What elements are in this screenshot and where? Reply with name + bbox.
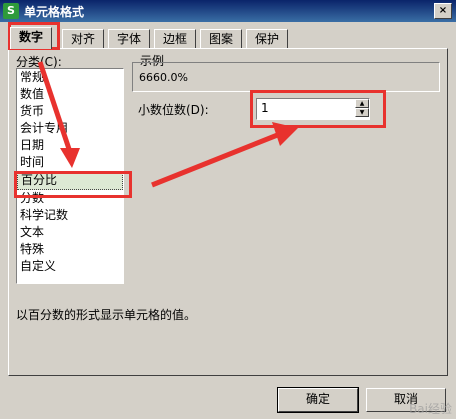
- watermark: Bai经验: [409, 402, 452, 416]
- arrow-down-line: [37, 61, 73, 153]
- arrow-down-head: [60, 148, 80, 168]
- annotation-arrows: [37, 61, 298, 188]
- tab-number[interactable]: 数字: [10, 27, 53, 49]
- arrow-right-line: [151, 131, 281, 188]
